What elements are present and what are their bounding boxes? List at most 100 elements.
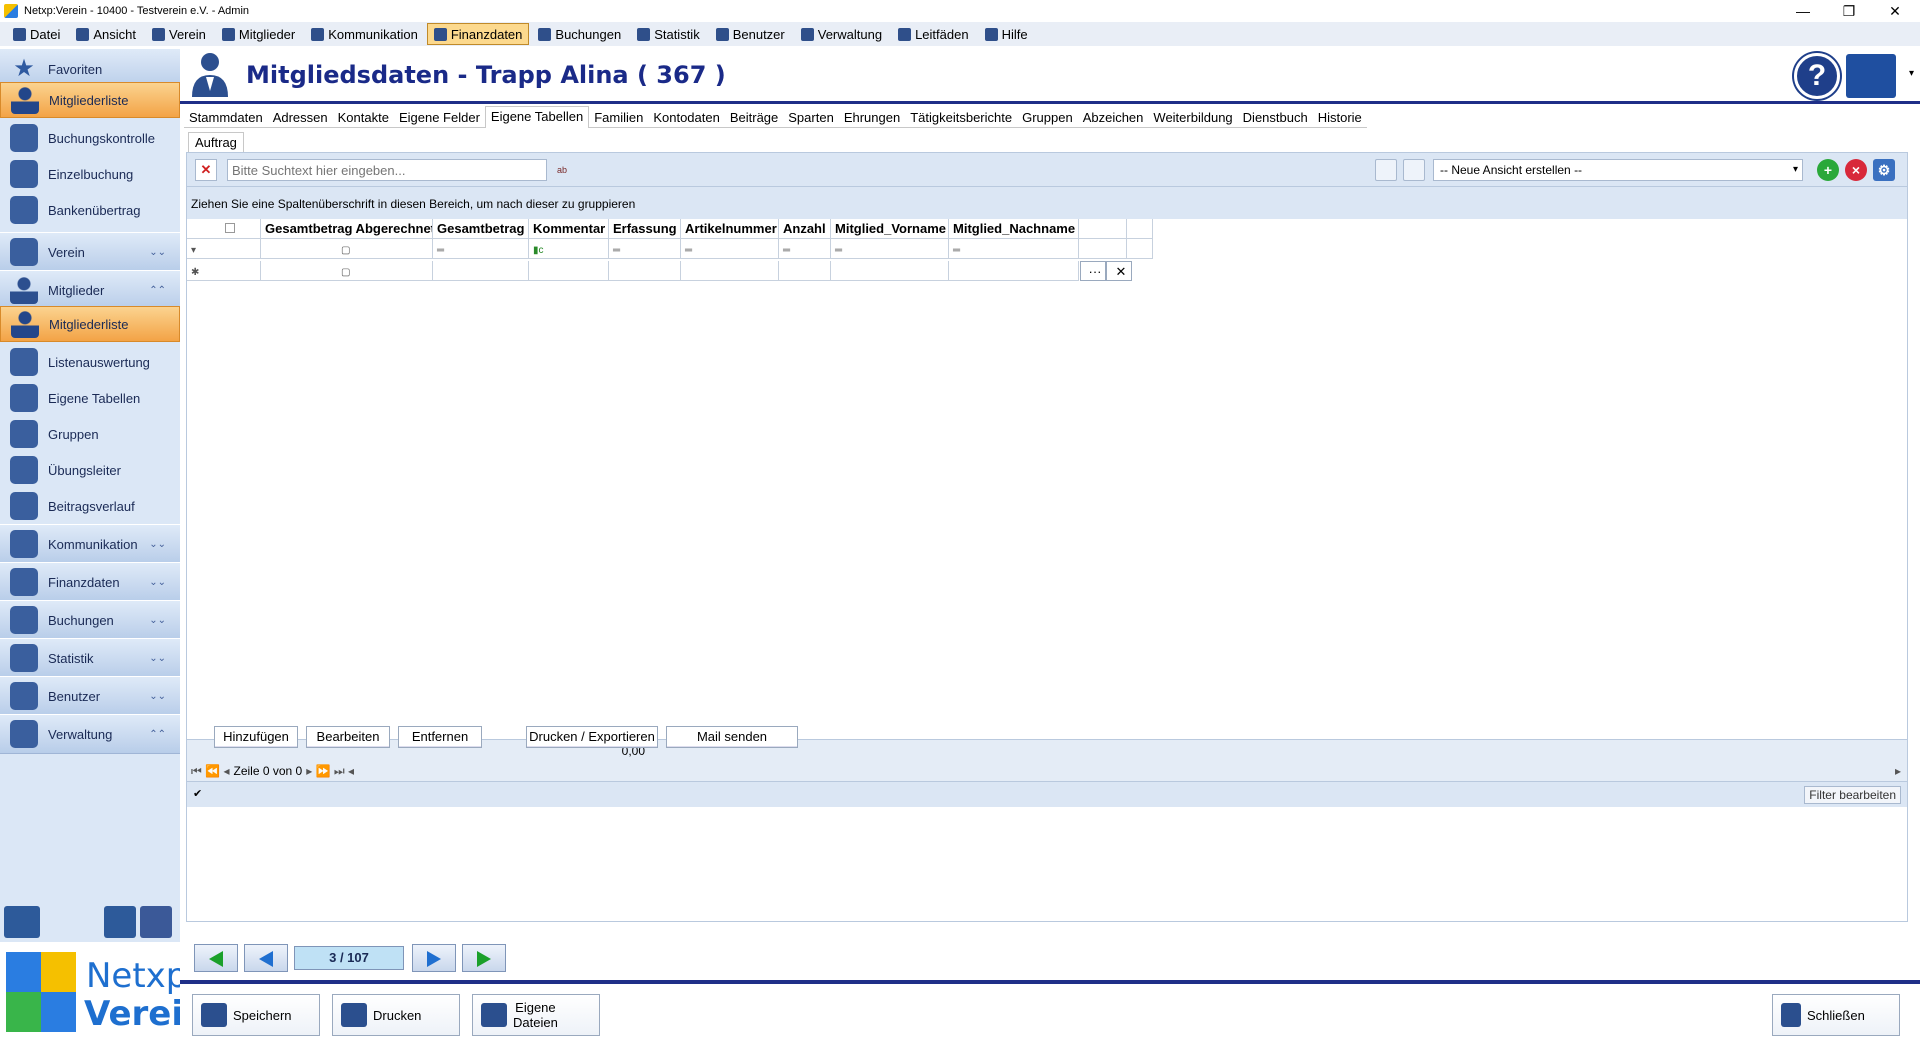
filter-cell[interactable]: ═: [779, 239, 831, 259]
prev-record-button[interactable]: [244, 944, 288, 972]
tab-eigene-tabellen[interactable]: Eigene Tabellen: [484, 106, 590, 128]
group-by-area[interactable]: Ziehen Sie eine Spaltenüberschrift in di…: [187, 187, 1907, 219]
column-header[interactable]: Mitglied_Vorname: [831, 219, 949, 239]
sidebar-item-mitgliederliste[interactable]: Mitgliederliste: [0, 82, 180, 118]
gear-icon[interactable]: ⚙: [1873, 159, 1895, 181]
sidebar-item--bungsleiter[interactable]: Übungsleiter: [0, 452, 180, 488]
clear-search-icon[interactable]: ✕: [195, 159, 217, 181]
save-button[interactable]: Speichern: [192, 994, 320, 1036]
tab-adressen[interactable]: Adressen: [267, 108, 333, 128]
own-files-button[interactable]: Eigene Dateien: [472, 994, 600, 1036]
sidebar-item-mitglieder[interactable]: Mitglieder ⌃⌃: [0, 270, 180, 310]
menu-kommunikation[interactable]: Kommunikation: [304, 23, 425, 45]
close-button[interactable]: Schließen: [1772, 994, 1900, 1036]
close-icon[interactable]: ✕: [1106, 261, 1132, 281]
column-header[interactable]: Gesamtbetrag Abgerechnet: [261, 219, 433, 239]
menu-statistik[interactable]: Statistik: [630, 23, 707, 45]
scroll-right-icon[interactable]: ▸: [1895, 764, 1901, 778]
first-record-button[interactable]: [194, 944, 238, 972]
new-row-cell[interactable]: [433, 261, 529, 281]
column-header[interactable]: Artikelnummer: [681, 219, 779, 239]
column-header[interactable]: Gesamtbetrag: [433, 219, 529, 239]
tab-gruppen[interactable]: Gruppen: [1017, 108, 1078, 128]
menu-verwaltung[interactable]: Verwaltung: [794, 23, 889, 45]
tab-abzeichen[interactable]: Abzeichen: [1077, 108, 1149, 128]
tab-ehrungen[interactable]: Ehrungen: [838, 108, 906, 128]
sidebar-item-gruppen[interactable]: Gruppen: [0, 416, 180, 452]
print-export-button[interactable]: Drucken / Exportieren: [526, 726, 658, 748]
menu-buchungen[interactable]: Buchungen: [531, 23, 628, 45]
add-button[interactable]: Hinzufügen: [214, 726, 298, 748]
filter-enabled-checkbox[interactable]: ✔: [193, 788, 205, 800]
new-row-cell[interactable]: [529, 261, 609, 281]
sidebar-item-mitgliederliste[interactable]: Mitgliederliste: [0, 306, 180, 342]
first-page-icon[interactable]: ⏮: [191, 764, 202, 779]
sidebar-item-eigene-tabellen[interactable]: Eigene Tabellen: [0, 380, 180, 416]
tab-sparten[interactable]: Sparten: [783, 108, 839, 128]
column-header[interactable]: Mitglied_Nachname: [949, 219, 1079, 239]
copy-view-icon[interactable]: [1403, 159, 1425, 181]
spellcheck-icon[interactable]: ab: [557, 159, 579, 181]
edit-filter-button[interactable]: Filter bearbeiten: [1804, 786, 1901, 804]
tab-historie[interactable]: Historie: [1312, 108, 1367, 128]
sidebar-item-finanzdaten[interactable]: Finanzdaten ⌄⌄: [0, 562, 180, 602]
send-mail-button[interactable]: Mail senden: [666, 726, 798, 748]
filter-cell[interactable]: ═: [681, 239, 779, 259]
menu-hilfe[interactable]: Hilfe: [978, 23, 1035, 45]
restore-button[interactable]: ❐: [1826, 0, 1872, 22]
menu-datei[interactable]: Datei: [6, 23, 67, 45]
chevron-down-icon[interactable]: ▾: [1909, 68, 1914, 79]
new-row-cell[interactable]: [609, 261, 681, 281]
help-icon[interactable]: ?: [1794, 53, 1840, 99]
clapperboard-icon[interactable]: [1846, 54, 1896, 98]
filter-cell[interactable]: ▮c: [529, 239, 609, 259]
tab-dienstbuch[interactable]: Dienstbuch: [1237, 108, 1313, 128]
search-input[interactable]: [227, 159, 547, 181]
select-all-checkbox[interactable]: [187, 219, 261, 239]
minimize-button[interactable]: —: [1780, 0, 1826, 22]
edit-button[interactable]: Bearbeiten: [306, 726, 390, 748]
ellipsis-icon[interactable]: ···: [1080, 261, 1106, 281]
menu-leitf-den[interactable]: Leitfäden: [891, 23, 976, 45]
column-header[interactable]: Erfassung: [609, 219, 681, 239]
sidebar-item-verwaltung[interactable]: Verwaltung ⌃⌃: [0, 714, 180, 754]
sidebar-item-buchungen[interactable]: Buchungen ⌄⌄: [0, 600, 180, 640]
filter-cell[interactable]: ▢: [261, 239, 433, 259]
filter-cell[interactable]: ═: [433, 239, 529, 259]
new-row-cell[interactable]: [681, 261, 779, 281]
monitor-icon[interactable]: [4, 906, 40, 938]
sidebar-item-kommunikation[interactable]: Kommunikation ⌄⌄: [0, 524, 180, 564]
tab-weiterbildung[interactable]: Weiterbildung: [1148, 108, 1238, 128]
prev-page-icon[interactable]: ◂: [223, 764, 229, 778]
last-page-icon[interactable]: ⏭: [334, 764, 345, 779]
tab-kontakte[interactable]: Kontakte: [332, 108, 394, 128]
sidebar-item-buchungskontrolle[interactable]: Buchungskontrolle: [0, 120, 180, 156]
next-record-button[interactable]: [412, 944, 456, 972]
remove-button[interactable]: Entfernen: [398, 726, 482, 748]
sidebar-item-listenauswertung[interactable]: Listenauswertung: [0, 344, 180, 380]
trash-icon[interactable]: [104, 906, 136, 938]
menu-benutzer[interactable]: Benutzer: [709, 23, 792, 45]
prev-page-group-icon[interactable]: ⏪: [205, 764, 220, 778]
close-window-button[interactable]: ✕: [1872, 0, 1918, 22]
filter-cell[interactable]: ═: [949, 239, 1079, 259]
next-page-group-icon[interactable]: ⏩: [316, 764, 331, 778]
new-row-cell[interactable]: [831, 261, 949, 281]
tab-eigene-felder[interactable]: Eigene Felder: [393, 108, 485, 128]
sidebar-item-verein[interactable]: Verein ⌄⌄: [0, 232, 180, 272]
sidebar-item-statistik[interactable]: Statistik ⌄⌄: [0, 638, 180, 678]
tab-stammdaten[interactable]: Stammdaten: [184, 108, 268, 128]
tab-beitr-ge[interactable]: Beiträge: [724, 108, 784, 128]
new-row-cell[interactable]: ▢: [261, 261, 433, 281]
tab-t-tigkeitsberichte[interactable]: Tätigkeitsberichte: [905, 108, 1018, 128]
view-select[interactable]: -- Neue Ansicht erstellen -- ▾: [1433, 159, 1803, 181]
sidebar-item-beitragsverlauf[interactable]: Beitragsverlauf: [0, 488, 180, 524]
new-row-cell[interactable]: [779, 261, 831, 281]
add-view-icon[interactable]: +: [1817, 159, 1839, 181]
delete-view-icon[interactable]: ×: [1845, 159, 1867, 181]
sidebar-item-banken-bertrag[interactable]: Bankenübertrag: [0, 192, 180, 228]
scroll-left-icon[interactable]: ◂: [348, 764, 354, 778]
filter-cell[interactable]: ═: [831, 239, 949, 259]
menu-finanzdaten[interactable]: Finanzdaten: [426, 23, 530, 45]
menu-verein[interactable]: Verein: [145, 23, 213, 45]
